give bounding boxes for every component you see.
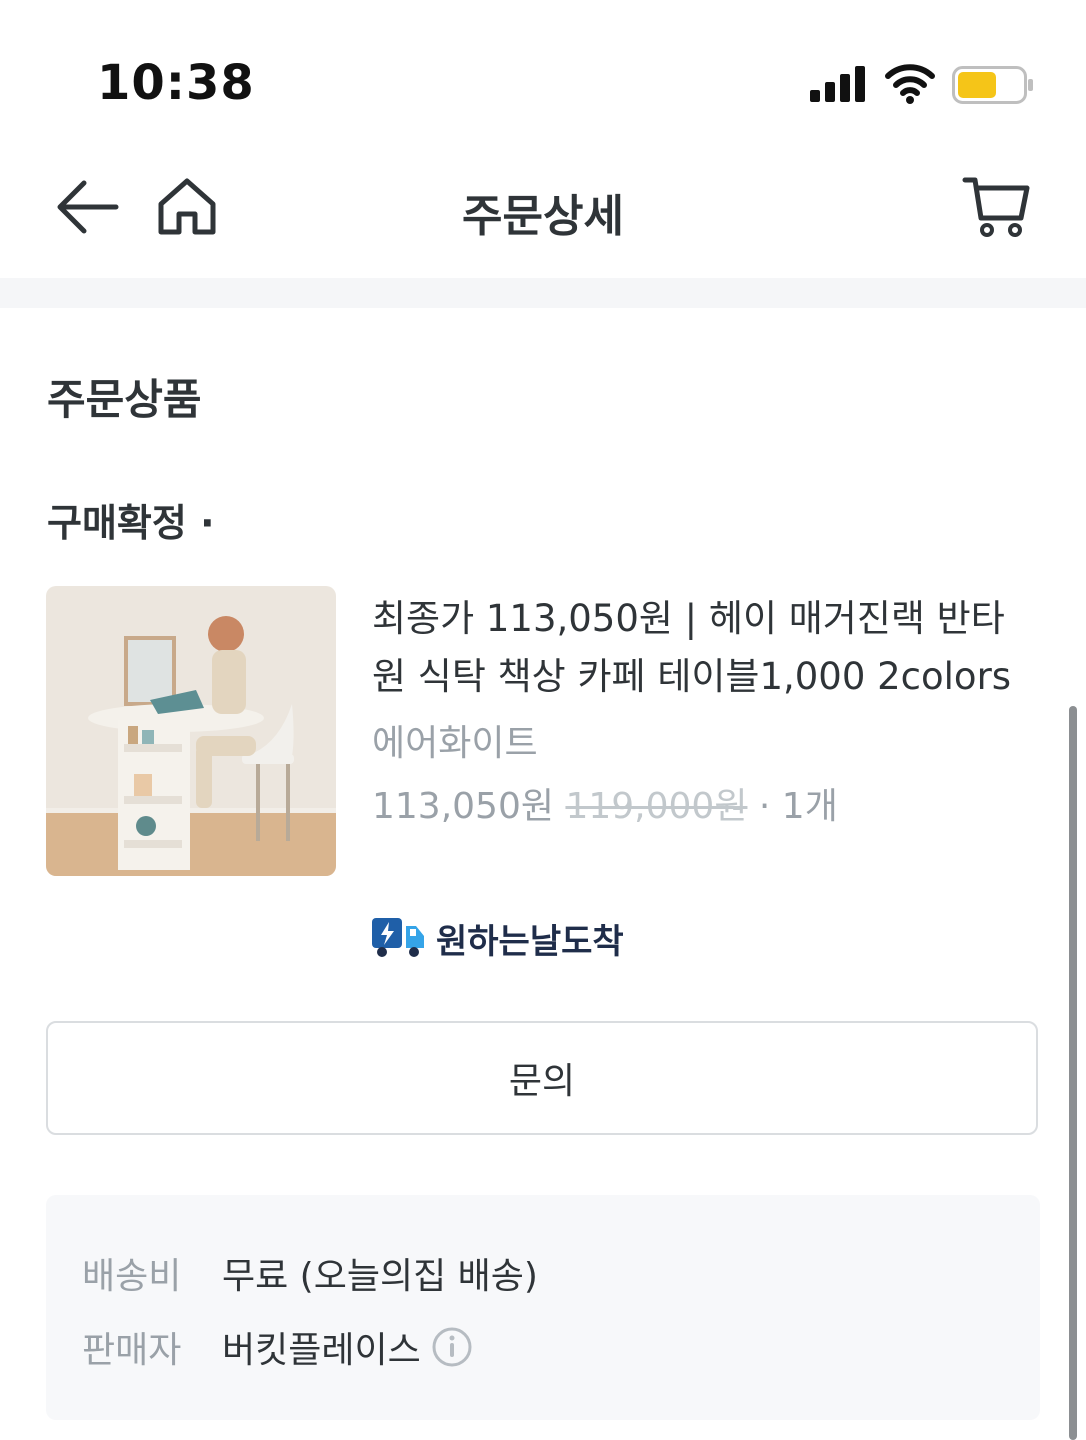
- product-price-row: 113,050원 119,000원 · 1개: [372, 774, 1052, 840]
- seller-value[interactable]: 버킷플레이스: [222, 1321, 421, 1373]
- nav-bar: 주문상세: [0, 150, 1086, 278]
- status-bar: 10:38: [0, 0, 1086, 150]
- cart-icon: [962, 177, 1030, 237]
- product-photo: [46, 586, 336, 876]
- shipping-fee-row: 배송비 무료 (오늘의집 배송): [82, 1247, 538, 1299]
- section-divider: [0, 278, 1086, 308]
- product-original-price: 119,000원: [565, 786, 748, 827]
- page-title: 주문상세: [462, 191, 624, 242]
- info-icon[interactable]: [431, 1326, 473, 1368]
- inquiry-button[interactable]: 문의: [46, 1021, 1038, 1135]
- product-price: 113,050원: [372, 786, 554, 827]
- order-status: 구매확정 ·: [47, 501, 215, 545]
- product-quantity: · 1개: [758, 786, 838, 827]
- order-info-box: 배송비 무료 (오늘의집 배송) 판매자 버킷플레이스: [46, 1195, 1040, 1420]
- product-option: 에어화이트: [372, 723, 538, 764]
- shipping-fee-label: 배송비: [82, 1256, 182, 1297]
- seller-label: 판매자: [82, 1330, 182, 1371]
- section-title: 주문상품: [47, 375, 202, 424]
- status-time: 10:38: [97, 55, 255, 111]
- signal-icon: [810, 66, 865, 102]
- cart-button[interactable]: [958, 172, 1034, 242]
- battery-icon: [952, 66, 1033, 104]
- product-image[interactable]: [46, 586, 336, 876]
- delivery-badge: 원하는날도착: [370, 912, 624, 964]
- shipping-fee-value: 무료 (오늘의집 배송): [222, 1256, 538, 1297]
- seller-row: 판매자 버킷플레이스: [82, 1321, 473, 1373]
- scrollbar[interactable]: [1069, 706, 1077, 1440]
- wifi-icon: [885, 64, 935, 104]
- delivery-label: 원하는날도착: [436, 921, 624, 962]
- product-name[interactable]: 최종가 113,050원 | 헤이 매거진랙 반타원 식탁 책상 카페 테이블1…: [372, 590, 1032, 706]
- product-info: 최종가 113,050원 | 헤이 매거진랙 반타원 식탁 책상 카페 테이블1…: [372, 590, 1052, 840]
- delivery-truck-icon: [372, 918, 424, 957]
